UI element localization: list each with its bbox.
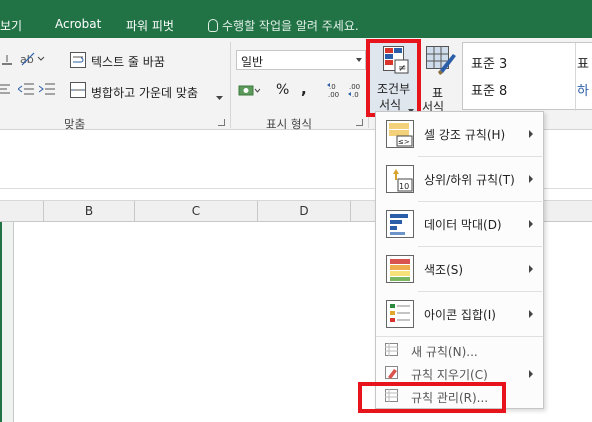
submenu-arrow-icon xyxy=(529,175,533,183)
format-as-table-icon xyxy=(426,46,456,76)
orientation-icon[interactable]: ab xyxy=(20,51,46,67)
submenu-arrow-icon xyxy=(529,370,533,378)
cell-style-normal-8[interactable]: 표준 8 xyxy=(471,80,507,99)
menu-item-new-rule[interactable]: 새 규칙(N)... xyxy=(376,339,543,361)
svg-text:.00: .00 xyxy=(349,83,360,91)
align-bottom-icon[interactable] xyxy=(2,54,12,66)
number-format-value: 일반 xyxy=(241,55,264,69)
conditional-formatting-menu: ≤> 셀 강조 규칙(H) 10 상위/하위 규칙(T) 데이터 막대(D) 색… xyxy=(375,111,544,409)
merge-center-icon xyxy=(70,82,86,98)
icon-sets-icon xyxy=(386,300,414,328)
top-10-text: 10 xyxy=(399,182,409,191)
menu-item-highlight-rules[interactable]: ≤> 셀 강조 규칙(H) xyxy=(376,112,543,156)
svg-text:.0: .0 xyxy=(329,83,336,91)
number-format-combo[interactable]: 일반 xyxy=(236,50,366,70)
submenu-arrow-icon xyxy=(529,130,533,138)
increase-indent-icon[interactable] xyxy=(38,83,55,95)
submenu-arrow-icon xyxy=(529,265,533,273)
tell-me-text: 수행할 작업을 알려 주세요. xyxy=(222,19,359,33)
cell-styles-gallery: 표준 3 표준 8 표 하 xyxy=(462,42,592,111)
column-header-a[interactable] xyxy=(0,201,44,222)
menu-label: 셀 강조 규칙(H) xyxy=(424,128,506,142)
menu-item-top-bottom-rules[interactable]: 10 상위/하위 규칙(T) xyxy=(376,157,543,201)
comma-style-button[interactable]: , xyxy=(301,80,307,98)
decrease-decimal-icon[interactable]: .00.0 xyxy=(348,81,364,99)
svg-text:.00: .00 xyxy=(328,91,339,99)
menu-item-icon-sets[interactable]: 아이콘 집합(I) xyxy=(376,292,543,336)
color-scales-icon xyxy=(386,255,414,283)
column-header-d[interactable]: D xyxy=(258,201,351,222)
lightbulb-icon xyxy=(208,19,218,32)
alignment-group-label: 맞춤 xyxy=(64,117,86,131)
highlight-cells-rules-icon: ≤> xyxy=(386,120,414,148)
submenu-arrow-icon xyxy=(529,310,533,318)
alignment-launcher-icon[interactable] xyxy=(218,119,225,126)
merge-center-button[interactable]: 병합하고 가운데 맞춤 xyxy=(91,84,198,101)
cell-style-partial-2[interactable]: 하 xyxy=(577,80,589,99)
menu-label: 아이콘 집합(I) xyxy=(424,308,496,322)
conditional-formatting-highlight xyxy=(366,39,421,117)
menu-label: 규칙 지우기(C) xyxy=(411,368,488,382)
menu-divider xyxy=(376,336,543,337)
number-group-label: 표시 형식 xyxy=(266,117,312,131)
wrap-text-icon xyxy=(70,52,86,68)
svg-text:.0: .0 xyxy=(352,91,359,99)
align-left-icon[interactable] xyxy=(0,83,10,95)
cell-style-partial-1[interactable]: 표 xyxy=(577,53,589,72)
merge-dropdown-arrow-icon[interactable] xyxy=(216,90,223,104)
percent-style-button[interactable]: % xyxy=(276,82,289,98)
column-header-c[interactable]: C xyxy=(135,201,258,222)
group-divider xyxy=(230,42,231,128)
chevron-down-icon xyxy=(356,58,362,62)
menu-label: 데이터 막대(D) xyxy=(424,218,502,232)
tab-power-pivot[interactable]: 파워 피벗 xyxy=(126,17,174,34)
submenu-arrow-icon xyxy=(529,220,533,228)
cell-style-normal-3[interactable]: 표준 3 xyxy=(471,53,507,72)
tell-me-search[interactable]: 수행할 작업을 알려 주세요. xyxy=(208,17,359,34)
menu-label: 상위/하위 규칙(T) xyxy=(424,173,515,187)
ribbon-tab-bar: 보기 Acrobat 파워 피벗 수행할 작업을 알려 주세요. xyxy=(0,0,592,38)
column-header-b[interactable]: B xyxy=(44,201,135,222)
decrease-indent-icon[interactable] xyxy=(17,83,34,95)
top-bottom-rules-icon: 10 xyxy=(386,165,414,193)
tab-view[interactable]: 보기 xyxy=(0,17,22,34)
wrap-text-button[interactable]: 텍스트 줄 바꿈 xyxy=(91,53,165,70)
format-as-table-button[interactable]: 표 서식 xyxy=(422,44,460,115)
number-launcher-icon[interactable] xyxy=(356,119,363,126)
tab-acrobat[interactable]: Acrobat xyxy=(55,17,101,31)
gallery-divider xyxy=(575,43,576,111)
menu-label: 새 규칙(N)... xyxy=(411,345,478,359)
accounting-format-icon[interactable] xyxy=(238,83,261,97)
menu-item-clear-rules[interactable]: 규칙 지우기(C) xyxy=(376,362,543,384)
manage-rules-highlight xyxy=(358,382,506,413)
selection-indicator xyxy=(0,222,14,422)
clear-rules-icon xyxy=(385,366,398,379)
menu-label: 색조(S) xyxy=(424,263,464,277)
data-bars-icon xyxy=(386,210,414,238)
svg-text:≤>: ≤> xyxy=(398,138,410,146)
increase-decimal-icon[interactable]: .0.00 xyxy=(327,81,343,99)
menu-item-data-bars[interactable]: 데이터 막대(D) xyxy=(376,202,543,246)
row-header-column xyxy=(0,222,14,422)
menu-item-color-scales[interactable]: 색조(S) xyxy=(376,247,543,291)
new-rule-icon xyxy=(385,343,398,356)
